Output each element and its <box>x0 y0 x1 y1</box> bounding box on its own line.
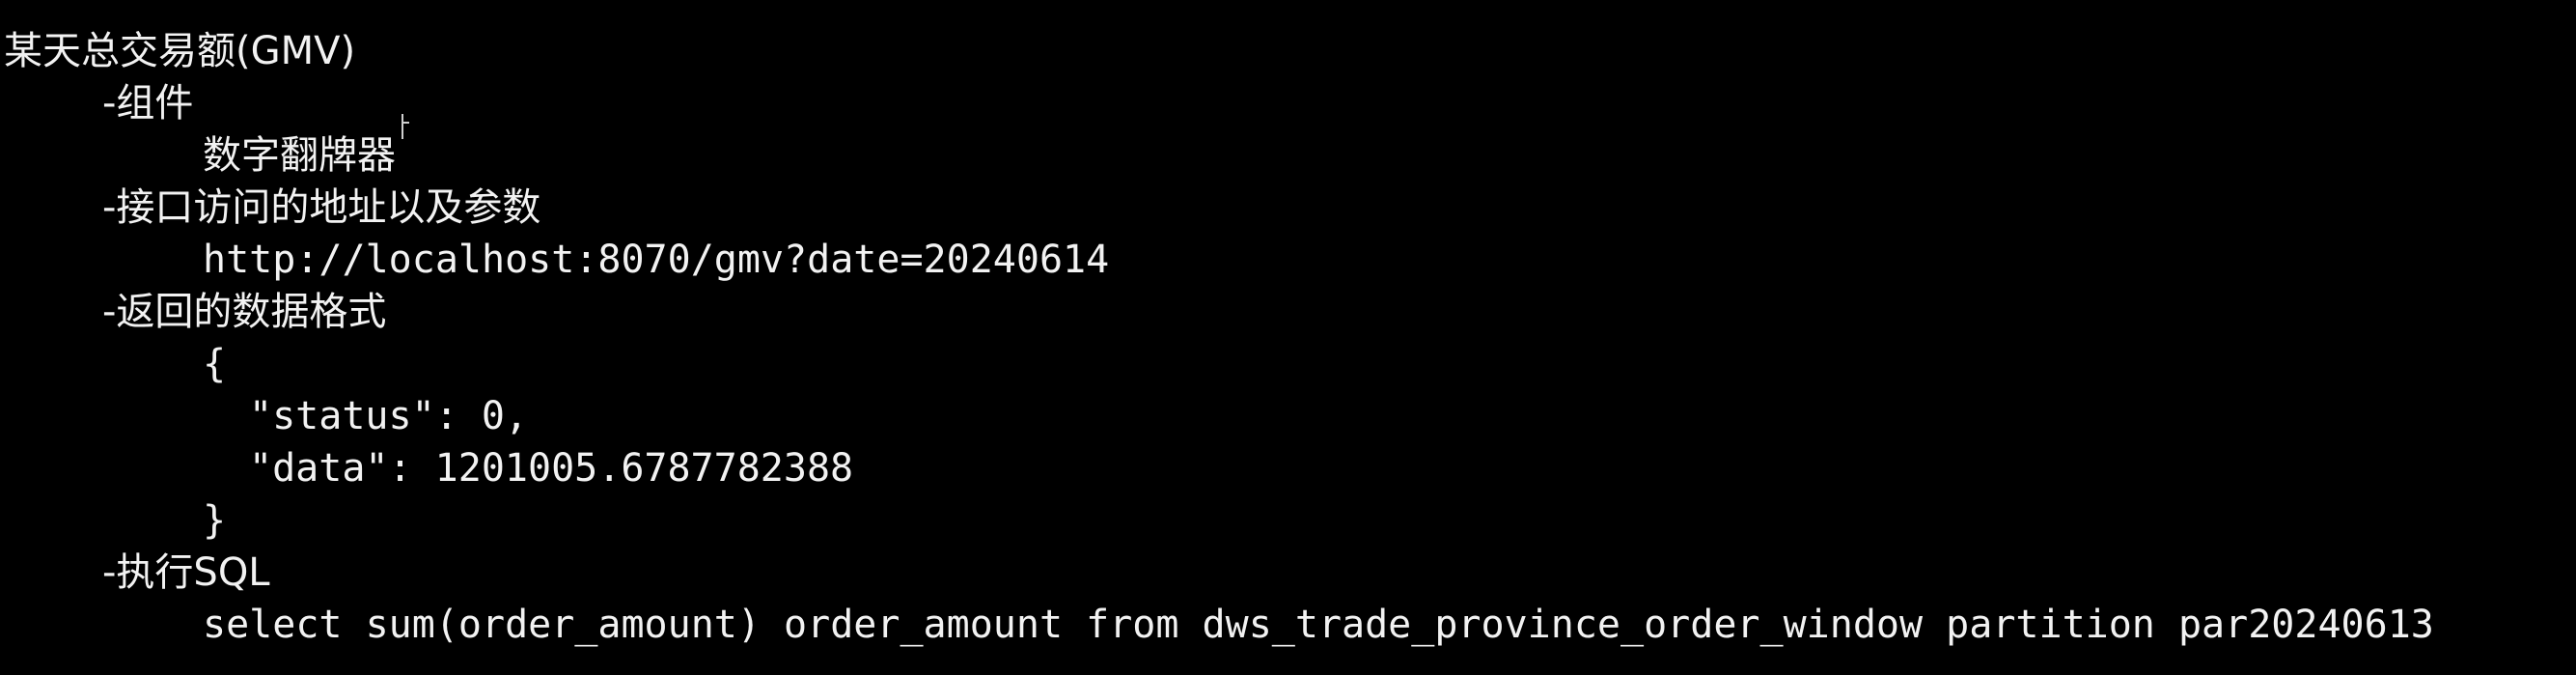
section-heading-sql: -执行SQL <box>102 550 270 595</box>
section-heading-return-format: -返回的数据格式 <box>102 290 387 334</box>
json-status-line: "status": 0, <box>249 394 528 438</box>
section-heading-component: -组件 <box>102 81 194 126</box>
section-heading-api-address: -接口访问的地址以及参数 <box>102 185 541 230</box>
component-name: 数字翻牌器 <box>203 133 396 178</box>
sql-statement: select sum(order_amount) order_amount fr… <box>203 603 2434 647</box>
text-cursor <box>402 114 403 139</box>
api-url: http://localhost:8070/gmv?date=20240614 <box>203 238 1110 282</box>
json-close-brace: } <box>203 498 227 543</box>
text-cursor-serif <box>402 122 409 124</box>
json-data-line: "data": 1201005.6787782388 <box>249 446 854 491</box>
json-open-brace: { <box>203 342 227 386</box>
page-title: 某天总交易额(GMV) <box>4 29 356 73</box>
document-view: 某天总交易额(GMV) -组件 数字翻牌器 -接口访问的地址以及参数 http:… <box>0 0 2576 675</box>
